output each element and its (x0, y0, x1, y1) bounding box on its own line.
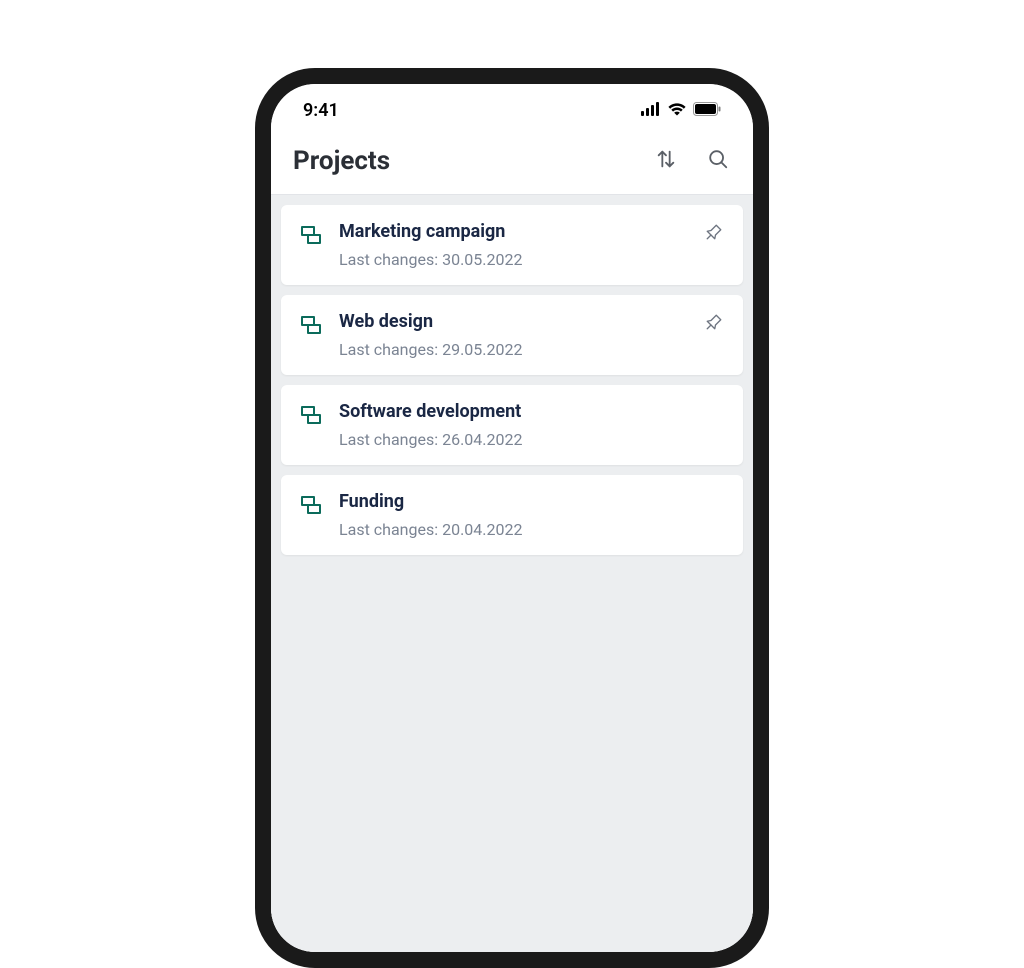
project-title: Web design (339, 311, 687, 332)
project-title: Marketing campaign (339, 221, 687, 242)
signal-icon (641, 101, 661, 120)
project-title: Software development (339, 401, 725, 422)
status-icons (641, 101, 721, 120)
wifi-icon (667, 101, 687, 120)
search-button[interactable] (705, 148, 731, 174)
pin-button[interactable] (703, 313, 725, 335)
projects-list: Marketing campaign Last changes: 30.05.2… (271, 195, 753, 952)
sort-icon (655, 148, 677, 174)
project-card[interactable]: Funding Last changes: 20.04.2022 (281, 475, 743, 555)
project-card[interactable]: Marketing campaign Last changes: 30.05.2… (281, 205, 743, 285)
project-text: Web design Last changes: 29.05.2022 (339, 311, 687, 359)
status-time: 9:41 (303, 100, 339, 121)
search-icon (707, 148, 729, 174)
project-icon (299, 313, 323, 341)
project-text: Software development Last changes: 26.04… (339, 401, 725, 449)
project-title: Funding (339, 491, 725, 512)
project-text: Funding Last changes: 20.04.2022 (339, 491, 725, 539)
project-card[interactable]: Web design Last changes: 29.05.2022 (281, 295, 743, 375)
header-actions (653, 148, 731, 174)
pin-button[interactable] (703, 223, 725, 245)
project-icon (299, 403, 323, 431)
page-title: Projects (293, 146, 390, 176)
project-subtitle: Last changes: 20.04.2022 (339, 520, 725, 539)
project-subtitle: Last changes: 29.05.2022 (339, 340, 687, 359)
project-subtitle: Last changes: 26.04.2022 (339, 430, 725, 449)
status-bar: 9:41 (271, 84, 753, 132)
screen: 9:41 (271, 84, 753, 952)
phone-frame: 9:41 (255, 68, 769, 968)
sort-button[interactable] (653, 148, 679, 174)
pin-icon (705, 313, 723, 335)
project-icon (299, 223, 323, 251)
project-text: Marketing campaign Last changes: 30.05.2… (339, 221, 687, 269)
project-icon (299, 493, 323, 521)
pin-icon (705, 223, 723, 245)
project-subtitle: Last changes: 30.05.2022 (339, 250, 687, 269)
battery-icon (693, 101, 721, 120)
project-card[interactable]: Software development Last changes: 26.04… (281, 385, 743, 465)
app-header: Projects (271, 132, 753, 195)
